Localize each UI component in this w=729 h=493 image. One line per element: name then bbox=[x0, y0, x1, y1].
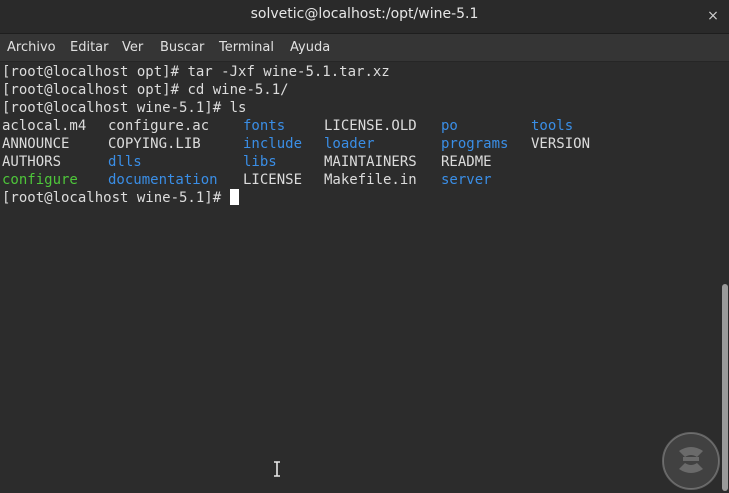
ls-entry: po bbox=[441, 118, 458, 134]
ls-entry: MAINTAINERS bbox=[324, 154, 417, 170]
menu-ver[interactable]: Ver bbox=[122, 40, 143, 55]
scrollbar-thumb[interactable] bbox=[722, 284, 728, 491]
terminal-output[interactable]: [root@localhost opt]# tar -Jxf wine-5.1.… bbox=[0, 62, 720, 493]
vertical-scrollbar[interactable] bbox=[720, 62, 729, 493]
ls-entry: documentation bbox=[108, 172, 218, 188]
ls-entry: ANNOUNCE bbox=[2, 136, 70, 152]
ls-row: ANNOUNCE COPYING.LIB include loader prog… bbox=[2, 135, 717, 153]
title-bar[interactable]: solvetic@localhost:/opt/wine-5.1 × bbox=[0, 0, 729, 34]
window-title: solvetic@localhost:/opt/wine-5.1 bbox=[250, 6, 479, 22]
menu-buscar[interactable]: Buscar bbox=[160, 40, 204, 55]
command-text: tar -Jxf wine-5.1.tar.xz bbox=[187, 64, 390, 80]
command-line: [root@localhost wine-5.1]# ls bbox=[2, 99, 246, 117]
ls-entry: LICENSE.OLD bbox=[324, 118, 417, 134]
command-text: cd wine-5.1/ bbox=[187, 82, 289, 98]
ls-row: aclocal.m4 configure.ac fonts LICENSE.OL… bbox=[2, 117, 717, 135]
ls-entry: server bbox=[441, 172, 492, 188]
ls-row: AUTHORS dlls libs MAINTAINERS README bbox=[2, 153, 717, 171]
ls-entry: COPYING.LIB bbox=[108, 136, 201, 152]
ls-row: configure documentation LICENSE Makefile… bbox=[2, 171, 717, 189]
menu-bar: Archivo Editar Ver Buscar Terminal Ayuda bbox=[0, 34, 729, 62]
terminal-window: solvetic@localhost:/opt/wine-5.1 × Archi… bbox=[0, 0, 729, 493]
prompt: [root@localhost wine-5.1]# bbox=[2, 100, 230, 116]
ls-entry: configure bbox=[2, 172, 78, 188]
prompt: [root@localhost wine-5.1]# bbox=[2, 190, 230, 206]
command-line: [root@localhost opt]# tar -Jxf wine-5.1.… bbox=[2, 63, 390, 81]
ls-entry: programs bbox=[441, 136, 509, 152]
prompt: [root@localhost opt]# bbox=[2, 64, 188, 80]
command-text: ls bbox=[229, 100, 247, 116]
ls-entry: fonts bbox=[243, 118, 286, 134]
ls-entry: include bbox=[243, 136, 303, 152]
close-icon[interactable]: × bbox=[703, 6, 723, 26]
ls-entry: tools bbox=[531, 118, 574, 134]
menu-ayuda[interactable]: Ayuda bbox=[290, 40, 330, 55]
i-beam-cursor-icon bbox=[274, 461, 280, 477]
ls-entry: dlls bbox=[108, 154, 142, 170]
menu-terminal[interactable]: Terminal bbox=[219, 40, 274, 55]
ls-entry: libs bbox=[243, 154, 277, 170]
menu-editar[interactable]: Editar bbox=[70, 40, 109, 55]
ls-entry: README bbox=[441, 154, 492, 170]
command-line: [root@localhost opt]# cd wine-5.1/ bbox=[2, 81, 289, 99]
current-prompt-line[interactable]: [root@localhost wine-5.1]# bbox=[2, 189, 239, 207]
ls-entry: VERSION bbox=[531, 136, 591, 152]
text-cursor bbox=[229, 189, 239, 205]
menu-archivo[interactable]: Archivo bbox=[7, 40, 56, 55]
ls-entry: Makefile.in bbox=[324, 172, 417, 188]
prompt: [root@localhost opt]# bbox=[2, 82, 188, 98]
ls-entry: AUTHORS bbox=[2, 154, 62, 170]
ls-entry: loader bbox=[324, 136, 375, 152]
ls-entry: aclocal.m4 bbox=[2, 118, 87, 134]
ls-entry: configure.ac bbox=[108, 118, 210, 134]
ls-entry: LICENSE bbox=[243, 172, 303, 188]
solvetic-logo-icon bbox=[662, 432, 720, 490]
